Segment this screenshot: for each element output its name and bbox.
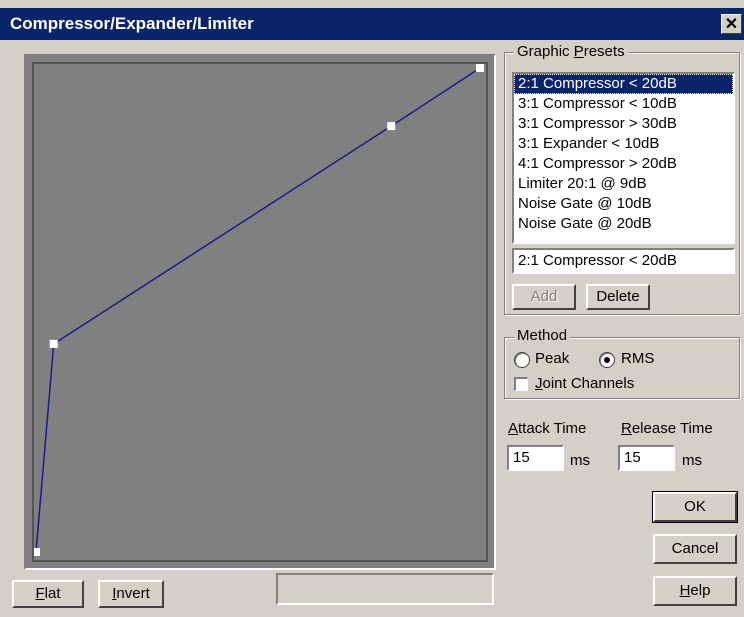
curve-control-point[interactable] [387,122,396,131]
curve-control-point[interactable] [34,548,40,556]
attack-time-input[interactable]: 15 [507,445,564,471]
preset-list-item[interactable]: Noise Gate @ 10dB [514,194,733,214]
presets-list[interactable]: 2:1 Compressor < 20dB 3:1 Compressor < 10… [512,72,735,244]
status-field [276,573,494,605]
ok-button[interactable]: OK [652,491,738,523]
release-rest: elease Time [631,420,713,437]
ok-label: OK [684,498,706,515]
attack-time-label: Attack Time [508,420,586,437]
release-mnemonic: R [621,420,632,437]
rms-radio[interactable] [599,352,615,368]
curve-control-point[interactable] [476,64,484,72]
preset-name-input[interactable]: 2:1 Compressor < 20dB [512,248,735,274]
preset-list-item[interactable]: Noise Gate @ 20dB [514,214,733,234]
title-bar[interactable]: Compressor/Expander/Limiter ✕ [0,8,744,40]
preset-list-item[interactable]: 3:1 Compressor < 10dB [514,94,733,114]
add-label: Add [530,288,558,305]
release-time-input[interactable]: 15 [618,445,675,471]
preset-list-item[interactable]: 3:1 Expander < 10dB [514,134,733,154]
joint-channels-checkbox[interactable] [514,377,528,391]
presets-label-rest: resets [583,43,625,60]
help-rest: elp [690,582,711,599]
curve-control-point[interactable] [49,339,58,348]
peak-label: Peak [535,350,570,367]
invert-label: nvert [116,585,150,602]
presets-label-mnemonic: P [573,43,584,60]
flat-button[interactable]: Flat [12,580,84,608]
flat-label: lat [44,585,61,602]
add-preset-button[interactable]: Add [512,284,576,310]
release-time-label: Release Time [621,420,713,437]
joint-mnemonic: J [535,375,543,392]
help-mnemonic: H [679,582,691,599]
compressor-dialog: Compressor/Expander/Limiter ✕ Flat Inver… [0,0,744,617]
preset-list-item[interactable]: 2:1 Compressor < 20dB [514,74,733,94]
close-button[interactable]: ✕ [721,14,742,34]
close-icon: ✕ [724,16,739,33]
preset-list-item[interactable]: 3:1 Compressor > 30dB [514,114,733,134]
delete-label: Delete [596,288,640,305]
help-button[interactable]: Help [653,576,737,606]
attack-unit: ms [570,452,590,469]
graphic-presets-label: Graphic Presets [514,43,628,60]
presets-label-pre: Graphic [517,43,574,60]
preset-list-item[interactable]: Limiter 20:1 @ 9dB [514,174,733,194]
joint-channels-label: Joint Channels [535,375,634,392]
cancel-button[interactable]: Cancel [653,534,737,564]
attack-mnemonic: A [508,420,519,437]
window-title: Compressor/Expander/Limiter [10,14,254,33]
rms-label: RMS [621,350,655,367]
attack-rest: ttack Time [518,420,587,437]
transfer-curve-line [35,67,481,553]
method-label: Method [514,327,571,344]
delete-preset-button[interactable]: Delete [586,284,650,310]
flat-mnemonic: F [35,585,45,602]
transfer-curve-svg[interactable] [34,64,486,560]
release-unit: ms [682,452,702,469]
preset-list-item[interactable]: 4:1 Compressor > 20dB [514,154,733,174]
cancel-label: Cancel [671,540,719,557]
radio-selected-dot [604,357,610,363]
transfer-curve-graph[interactable] [32,62,488,562]
invert-button[interactable]: Invert [98,580,164,608]
joint-rest: oint Channels [542,375,635,392]
peak-radio[interactable] [514,352,530,368]
